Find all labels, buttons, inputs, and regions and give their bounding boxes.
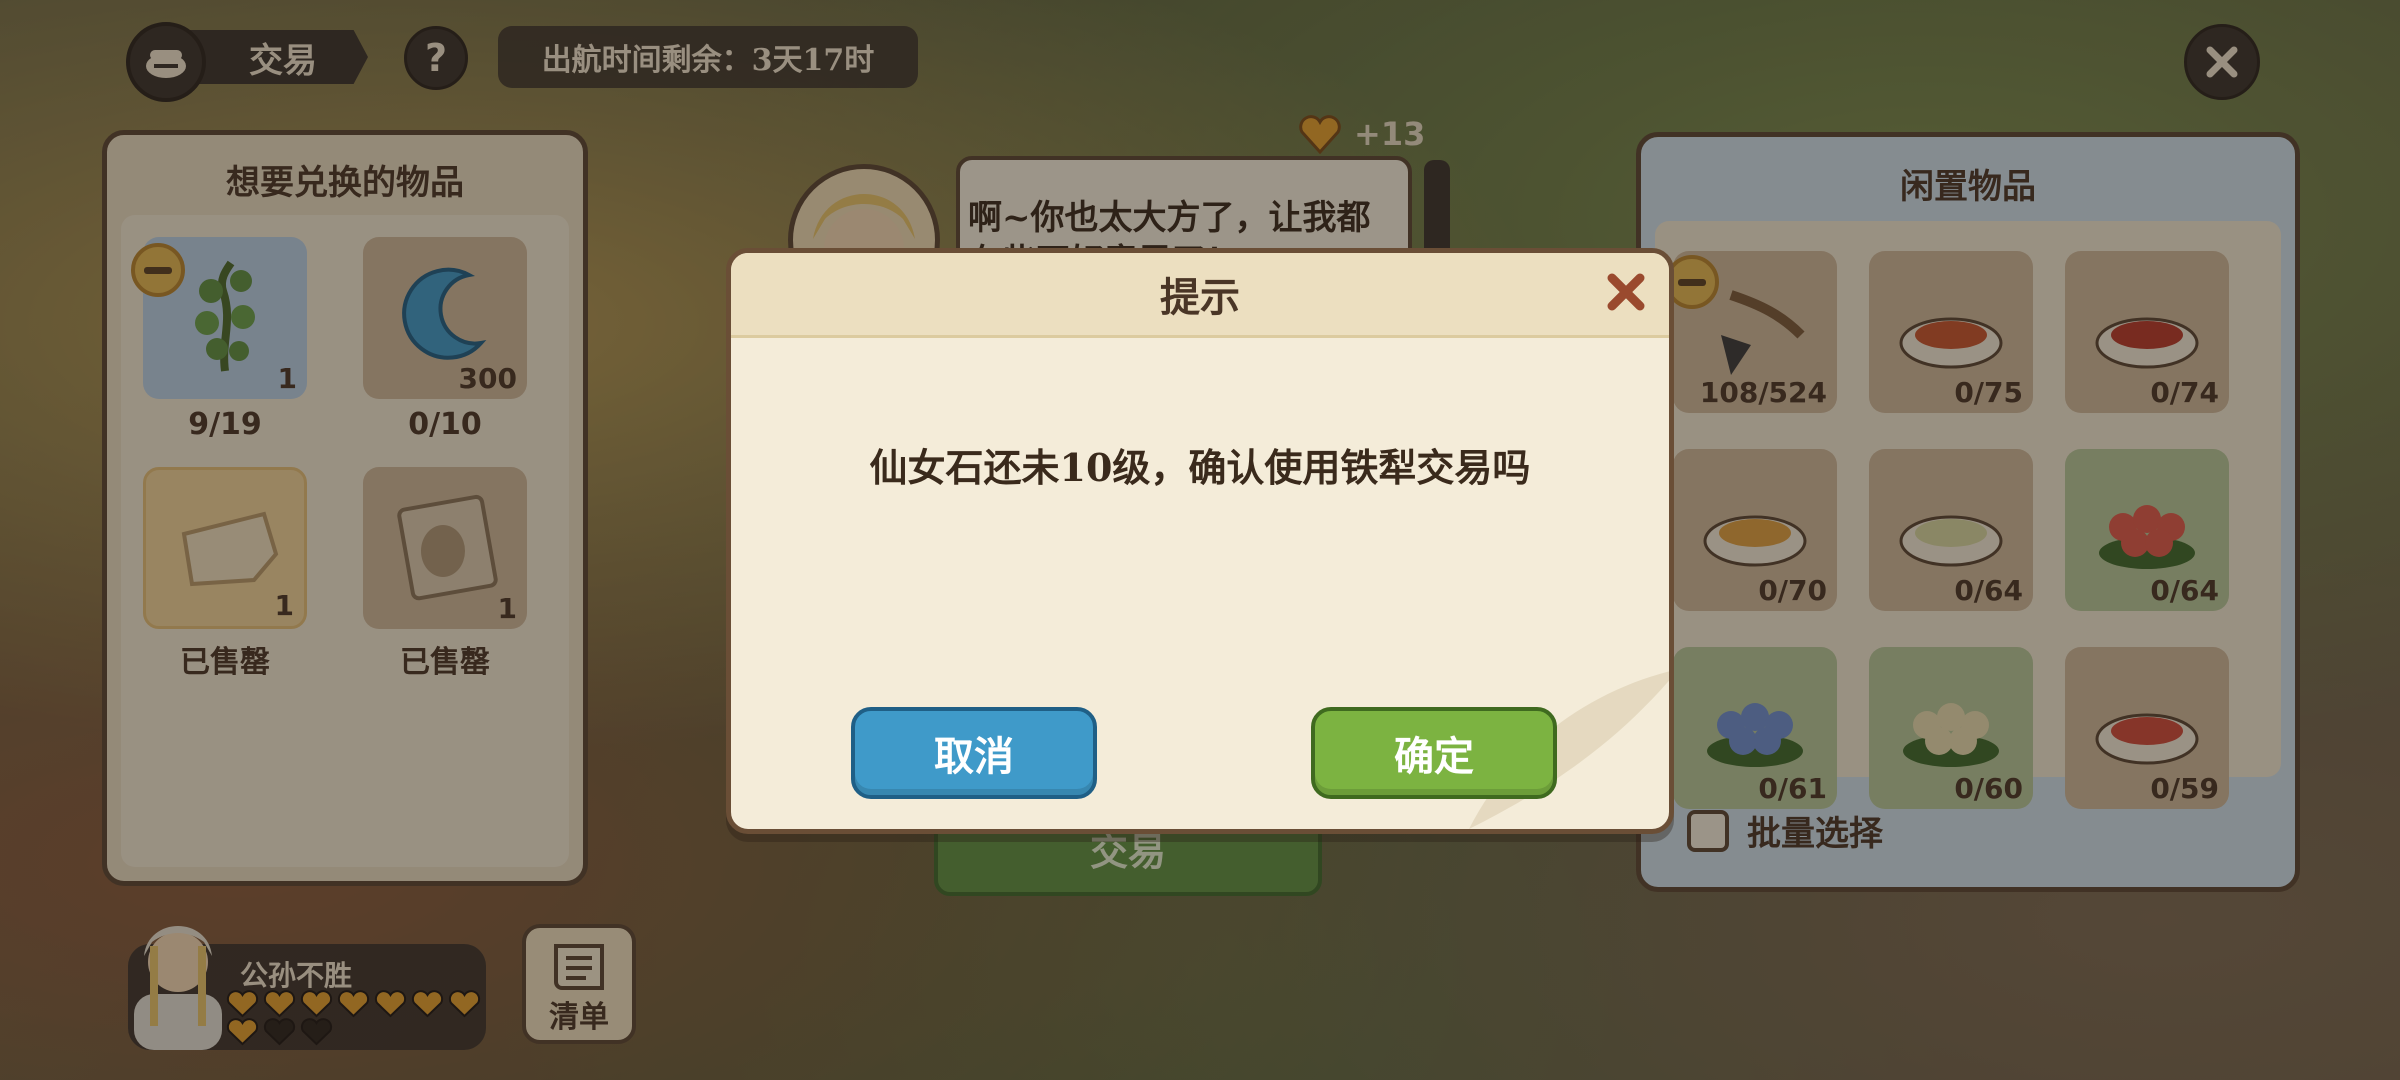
dialog-message: 仙女石还未10级，确认使用铁犁交易吗 [869,445,1531,490]
cancel-button[interactable]: 取消 [851,707,1097,799]
confirm-dialog: 提示 仙女石还未10级，确认使用铁犁交易吗 取消 确定 [726,248,1674,834]
close-icon [1607,273,1645,311]
dialog-title: 提示 [731,253,1669,338]
dialog-close-button[interactable] [1599,265,1653,319]
confirm-button[interactable]: 确定 [1311,707,1557,799]
